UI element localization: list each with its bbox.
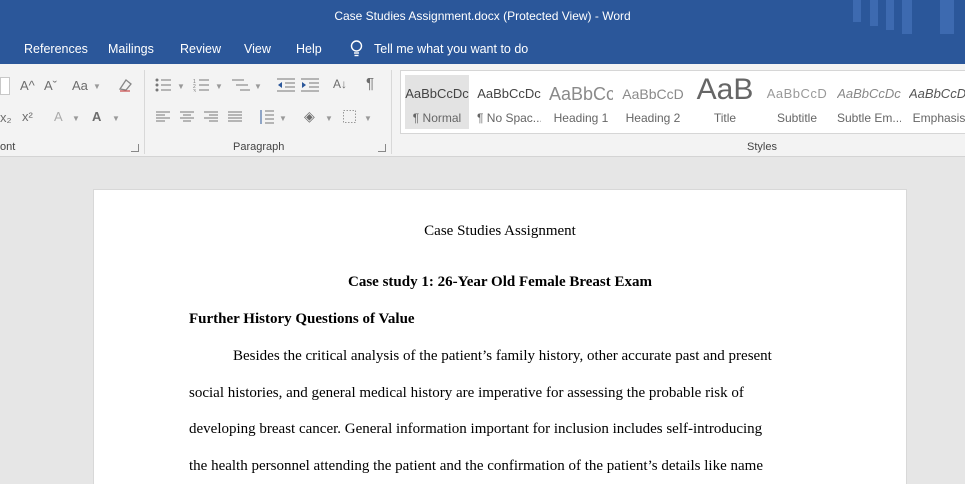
- decor-stripe: [902, 0, 912, 34]
- chevron-down-icon[interactable]: ▼: [364, 114, 372, 123]
- style-sample: AaBbCc: [549, 84, 613, 104]
- tell-me-box[interactable]: Tell me what you want to do: [349, 40, 528, 57]
- group-separator: [144, 70, 145, 154]
- chevron-down-icon[interactable]: ▼: [254, 82, 262, 91]
- borders-icon[interactable]: [343, 110, 356, 123]
- styles-gallery: AaBbCcDc ¶ Normal AaBbCcDc ¶ No Spac... …: [400, 70, 965, 134]
- style-sample: AaBbCcDc: [837, 86, 901, 101]
- grow-font-button[interactable]: A^: [20, 78, 35, 94]
- document-title: Case Studies Assignment: [424, 223, 576, 239]
- style-title[interactable]: AaB Title: [693, 75, 757, 129]
- text-effects-button[interactable]: A: [54, 109, 63, 125]
- increase-indent-icon[interactable]: [301, 78, 319, 92]
- change-case-button[interactable]: Aa: [72, 78, 88, 94]
- style-sample: AaBbCcDc: [405, 86, 469, 101]
- tab-review[interactable]: Review: [180, 42, 221, 56]
- style-sample: AaBbCcDc: [477, 86, 541, 101]
- style-emphasis[interactable]: AaBbCcDc Emphasis: [909, 75, 965, 129]
- chevron-down-icon[interactable]: ▼: [112, 114, 120, 123]
- ribbon-tabs: References Mailings Review View Help Tel…: [0, 34, 965, 64]
- tab-mailings[interactable]: Mailings: [108, 42, 154, 56]
- decor-stripe: [870, 0, 878, 26]
- style-label: Title: [713, 111, 737, 125]
- align-center-icon[interactable]: [180, 111, 194, 123]
- style-sample: AaBbCcD: [766, 86, 828, 101]
- tab-help[interactable]: Help: [296, 42, 322, 56]
- chevron-down-icon[interactable]: ▼: [325, 114, 333, 123]
- style-sample: AaB: [696, 75, 754, 106]
- style-sample: AaBbCcDc: [909, 86, 965, 101]
- chevron-down-icon[interactable]: ▼: [279, 114, 287, 123]
- paragraph-line: developing breast cancer. General inform…: [189, 421, 763, 437]
- line-spacing-icon[interactable]: [258, 109, 274, 125]
- case-heading: Case study 1: 26-Year Old Female Breast …: [348, 274, 652, 290]
- chevron-down-icon[interactable]: ▼: [72, 114, 80, 123]
- align-left-icon[interactable]: [156, 111, 170, 123]
- tab-references[interactable]: References: [24, 42, 88, 56]
- superscript-button[interactable]: x²: [22, 109, 33, 125]
- style-heading-2[interactable]: AaBbCcD Heading 2: [621, 75, 685, 129]
- paragraph-line: the health personnel attending the patie…: [189, 458, 763, 474]
- align-right-icon[interactable]: [204, 111, 218, 123]
- svg-text:3: 3: [193, 89, 196, 92]
- style-label: ¶ Normal: [412, 111, 462, 125]
- style-label: Subtle Em...: [837, 111, 901, 125]
- style-sample: AaBbCcD: [622, 86, 684, 102]
- sort-icon[interactable]: A↓: [333, 76, 347, 92]
- window-title: Case Studies Assignment.docx (Protected …: [334, 9, 631, 23]
- style-normal[interactable]: AaBbCcDc ¶ Normal: [405, 75, 469, 129]
- decor-stripe: [940, 0, 954, 34]
- style-no-spacing[interactable]: AaBbCcDc ¶ No Spac...: [477, 75, 541, 129]
- pilcrow-icon[interactable]: ¶: [366, 76, 374, 92]
- chevron-down-icon[interactable]: ▼: [177, 82, 185, 91]
- shrink-font-button[interactable]: Aˇ: [44, 78, 57, 94]
- chevron-down-icon[interactable]: ▼: [215, 82, 223, 91]
- style-label: Heading 2: [625, 111, 681, 125]
- paragraph-line: social histories, and general medical hi…: [189, 385, 744, 401]
- chevron-down-icon[interactable]: ▼: [93, 82, 101, 91]
- document-canvas: Case Studies Assignment Case study 1: 26…: [0, 158, 965, 484]
- decrease-indent-icon[interactable]: [277, 78, 295, 92]
- style-heading-1[interactable]: AaBbCc Heading 1: [549, 75, 613, 129]
- subscript-button[interactable]: x₂: [0, 110, 12, 126]
- title-bar: Case Studies Assignment.docx (Protected …: [0, 0, 965, 34]
- dialog-launcher-icon[interactable]: [378, 144, 386, 152]
- font-size-box[interactable]: [0, 77, 10, 95]
- style-label: Heading 1: [553, 111, 609, 125]
- clear-formatting-icon[interactable]: [117, 77, 133, 97]
- font-color-button[interactable]: A: [92, 109, 101, 125]
- tell-me-text: Tell me what you want to do: [374, 41, 529, 56]
- group-separator: [391, 70, 392, 154]
- styles-group-label: Styles: [747, 141, 777, 153]
- numbering-icon[interactable]: 123: [193, 78, 209, 92]
- decor-stripe: [853, 0, 861, 22]
- style-label: Emphasis: [912, 111, 965, 125]
- tab-view[interactable]: View: [244, 42, 271, 56]
- justify-icon[interactable]: [228, 111, 242, 123]
- lightbulb-icon: [350, 40, 363, 57]
- font-group-label: ont: [0, 141, 16, 153]
- document-page[interactable]: Case Studies Assignment Case study 1: 26…: [93, 189, 907, 484]
- bullets-icon[interactable]: [155, 78, 171, 92]
- shading-icon[interactable]: ◈: [304, 108, 315, 124]
- section-heading: Further History Questions of Value: [189, 311, 415, 327]
- style-label: ¶ No Spac...: [477, 111, 541, 125]
- ribbon: A^ Aˇ Aa ▼ x₂ x² A ▼ A ▼ ont ▼ 123 ▼ ▼ A…: [0, 64, 965, 157]
- paragraph-group-label: Paragraph: [233, 141, 285, 153]
- style-subtitle[interactable]: AaBbCcD Subtitle: [765, 75, 829, 129]
- decor-stripe: [886, 0, 894, 30]
- multilevel-list-icon[interactable]: [232, 78, 250, 92]
- dialog-launcher-icon[interactable]: [131, 144, 139, 152]
- style-label: Subtitle: [776, 111, 818, 125]
- style-subtle-emphasis[interactable]: AaBbCcDc Subtle Em...: [837, 75, 901, 129]
- paragraph-line: Besides the critical analysis of the pat…: [233, 348, 772, 364]
